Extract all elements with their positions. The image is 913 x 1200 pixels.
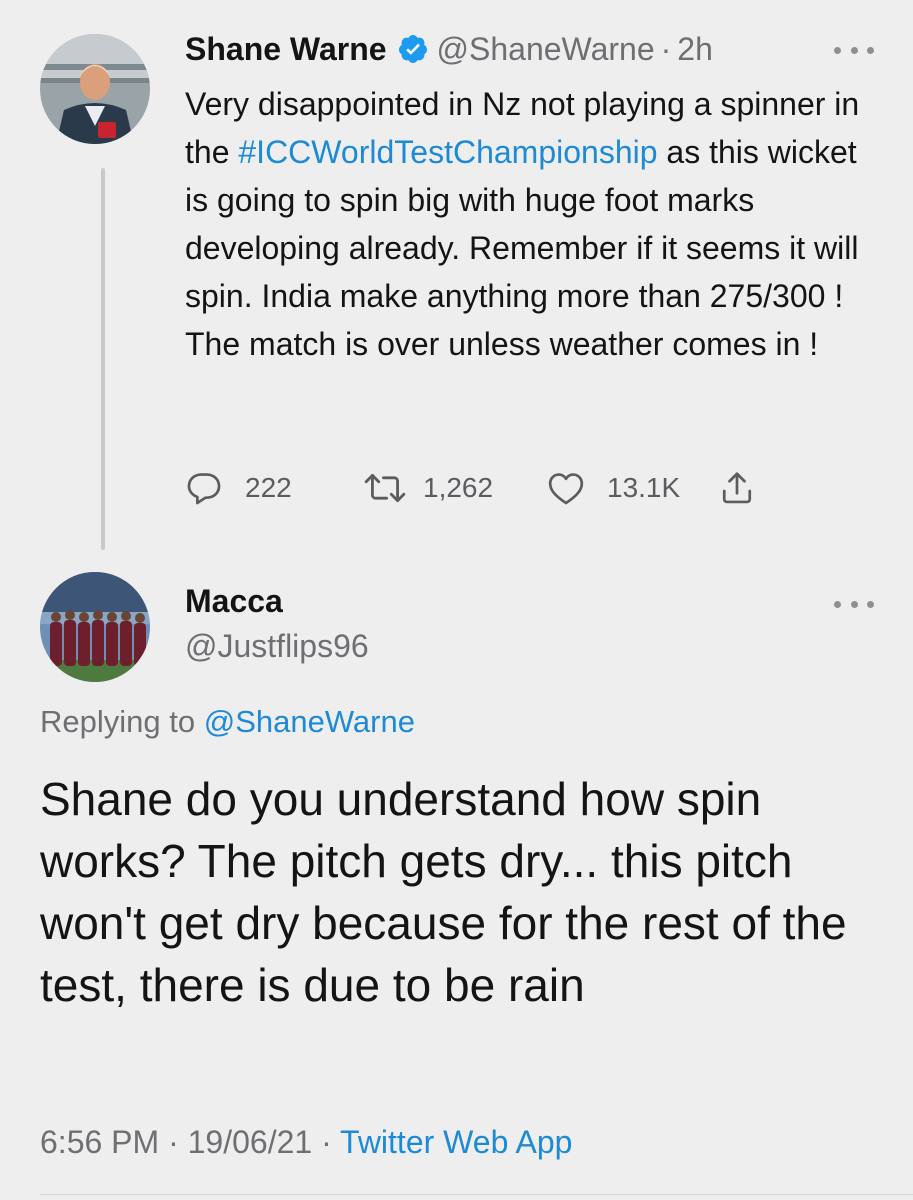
hashtag-link[interactable]: #ICCWorldTestChampionship [238,134,657,170]
like-button[interactable]: 13.1K [547,468,680,508]
share-icon [722,472,752,504]
macca-avatar[interactable] [40,572,150,682]
replying-to-mention[interactable]: @ShaneWarne [204,704,415,739]
share-button[interactable] [719,468,755,508]
reply-author-handle[interactable]: @Justflips96 [185,628,369,665]
parent-tweet-header: Shane Warne @ShaneWarne · 2h [185,28,713,70]
tweet-metadata: 6:56 PM · 19/06/21 · Twitter Web App [40,1124,572,1161]
tweet-time[interactable]: 6:56 PM [40,1124,159,1160]
thread-connector-line [101,168,105,550]
retweet-icon [364,474,406,502]
author-handle[interactable]: @ShaneWarne [437,31,655,68]
parent-tweet-text: Very disappointed in Nz not playing a sp… [185,80,885,368]
reply-tweet-text: Shane do you understand how spin works? … [40,773,847,1011]
header-separator: · [660,30,672,67]
tweet-date[interactable]: 19/06/21 [188,1124,313,1160]
reply-more-icon[interactable] [834,597,874,611]
replying-to-prefix: Replying to [40,704,204,739]
shane-warne-avatar[interactable] [40,34,150,144]
replying-to-line: Replying to @ShaneWarne [40,704,415,740]
reply-count: 222 [245,472,292,503]
tweet-time-ago[interactable]: 2h [677,31,713,68]
meta-separator-2: · [321,1124,332,1160]
meta-separator-1: · [168,1124,179,1160]
retweet-count: 1,262 [423,472,494,503]
tweet-source-link[interactable]: Twitter Web App [340,1124,572,1160]
reply-button[interactable]: 222 [185,468,292,508]
tweet-actions: 222 1,262 13.1K [185,468,785,508]
like-icon [548,473,584,505]
more-icon[interactable] [834,43,874,57]
like-count: 13.1K [607,472,681,503]
author-name[interactable]: Shane Warne [185,31,387,68]
reply-icon [187,473,221,505]
reply-author-name[interactable]: Macca [185,583,283,620]
retweet-button[interactable]: 1,262 [363,468,493,508]
bottom-divider [40,1194,913,1195]
verified-badge-icon [398,35,427,63]
